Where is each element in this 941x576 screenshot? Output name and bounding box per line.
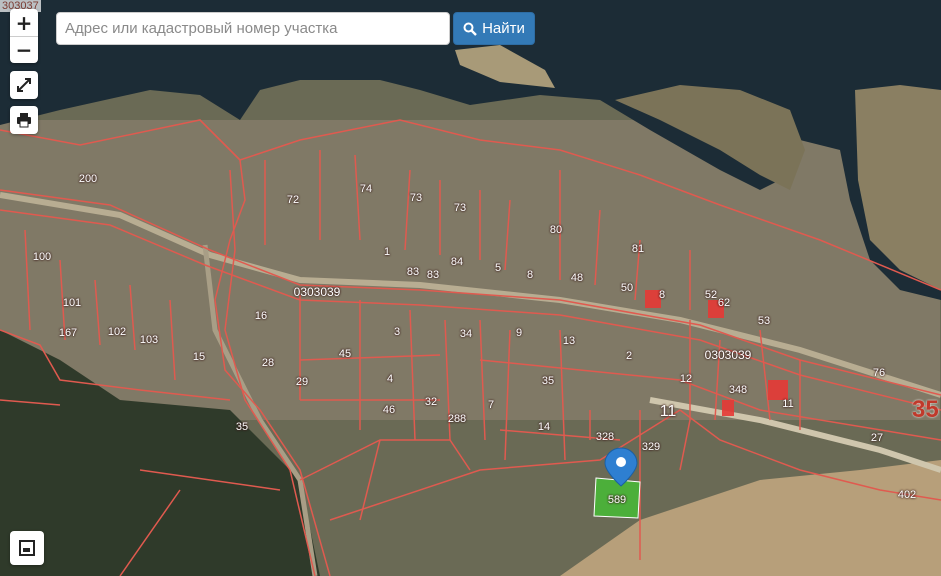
fullscreen-button[interactable] bbox=[10, 71, 38, 99]
plot-label[interactable]: 73 bbox=[454, 202, 466, 214]
plot-label[interactable]: 9 bbox=[516, 327, 522, 339]
plot-label[interactable]: 73 bbox=[410, 192, 422, 204]
plot-label[interactable]: 46 bbox=[383, 404, 395, 416]
plot-label[interactable]: 288 bbox=[448, 413, 466, 425]
plot-label[interactable]: 76 bbox=[873, 367, 885, 379]
plot-label[interactable]: 103 bbox=[140, 334, 158, 346]
map-frame-icon bbox=[19, 540, 35, 556]
expand-arrows-icon bbox=[17, 78, 31, 92]
plot-label[interactable]: 83 bbox=[407, 266, 419, 278]
printer-icon bbox=[17, 113, 31, 128]
plot-label[interactable]: 83 bbox=[427, 269, 439, 281]
map-frame-button[interactable] bbox=[10, 531, 44, 565]
plot-label[interactable]: 35 bbox=[542, 375, 554, 387]
plot-label[interactable]: 7 bbox=[488, 399, 494, 411]
plot-label[interactable]: 72 bbox=[287, 194, 299, 206]
plot-label[interactable]: 74 bbox=[360, 183, 372, 195]
satellite-map[interactable] bbox=[0, 0, 941, 576]
plot-label[interactable]: 11 bbox=[782, 398, 793, 410]
plot-label[interactable]: 328 bbox=[596, 431, 614, 443]
plot-label[interactable]: 27 bbox=[871, 432, 883, 444]
zoom-in-button[interactable]: + bbox=[10, 9, 38, 37]
plot-label[interactable]: 50 bbox=[621, 282, 633, 294]
plot-label[interactable]: 32 bbox=[425, 396, 437, 408]
plot-label[interactable]: 4 bbox=[387, 373, 393, 385]
plot-label[interactable]: 14 bbox=[538, 421, 550, 433]
plot-label[interactable]: 62 bbox=[718, 297, 730, 309]
plot-label[interactable]: 8 bbox=[659, 289, 665, 301]
plot-label[interactable]: 329 bbox=[642, 441, 660, 453]
highlight-plot[interactable] bbox=[768, 380, 788, 400]
highlight-plot[interactable] bbox=[722, 400, 734, 416]
zoom-out-button[interactable]: − bbox=[10, 36, 38, 63]
quarter-label[interactable]: 0303039 bbox=[705, 348, 752, 362]
print-button[interactable] bbox=[10, 106, 38, 134]
search-button-label: Найти bbox=[482, 20, 525, 37]
zoom-control: + − bbox=[10, 9, 38, 63]
plot-label[interactable]: 29 bbox=[296, 376, 308, 388]
plot-label[interactable]: 167 bbox=[59, 327, 77, 339]
plot-label[interactable]: 200 bbox=[79, 173, 97, 185]
plot-label[interactable]: 80 bbox=[550, 224, 562, 236]
plot-label[interactable]: 1 bbox=[384, 246, 390, 258]
plot-label[interactable]: 3 bbox=[394, 326, 400, 338]
plot-label[interactable]: 52 bbox=[705, 289, 717, 301]
plot-label[interactable]: 5 bbox=[495, 262, 501, 274]
selected-plot-label[interactable]: 589 bbox=[608, 494, 626, 506]
plot-label[interactable]: 102 bbox=[108, 326, 126, 338]
plot-label[interactable]: 84 bbox=[451, 256, 463, 268]
plot-label[interactable]: 15 bbox=[193, 351, 205, 363]
quarter-label[interactable]: 0303039 bbox=[294, 285, 341, 299]
plot-label[interactable]: 16 bbox=[255, 310, 267, 322]
plot-label[interactable]: 348 bbox=[729, 384, 747, 396]
search-input[interactable] bbox=[56, 12, 450, 45]
plot-label[interactable]: 35 bbox=[236, 421, 248, 433]
plot-label[interactable]: 53 bbox=[758, 315, 770, 327]
plot-label[interactable]: 28 bbox=[262, 357, 274, 369]
plot-label[interactable]: 100 bbox=[33, 251, 51, 263]
search-button[interactable]: Найти bbox=[453, 12, 535, 45]
plot-label[interactable]: 45 bbox=[339, 348, 351, 360]
plot-label[interactable]: 81 bbox=[632, 243, 644, 255]
quarter-label[interactable]: 11 bbox=[660, 403, 677, 421]
plot-label[interactable]: 8 bbox=[527, 269, 533, 281]
plot-label[interactable]: 12 bbox=[680, 373, 692, 385]
plot-label[interactable]: 2 bbox=[626, 350, 632, 362]
big-quarter-label: 35 bbox=[912, 396, 939, 423]
plot-label[interactable]: 101 bbox=[63, 297, 81, 309]
plot-label[interactable]: 48 bbox=[571, 272, 583, 284]
plot-label[interactable]: 402 bbox=[898, 489, 916, 501]
plot-label[interactable]: 13 bbox=[563, 335, 575, 347]
plot-label[interactable]: 34 bbox=[460, 328, 472, 340]
search-icon bbox=[463, 22, 477, 36]
